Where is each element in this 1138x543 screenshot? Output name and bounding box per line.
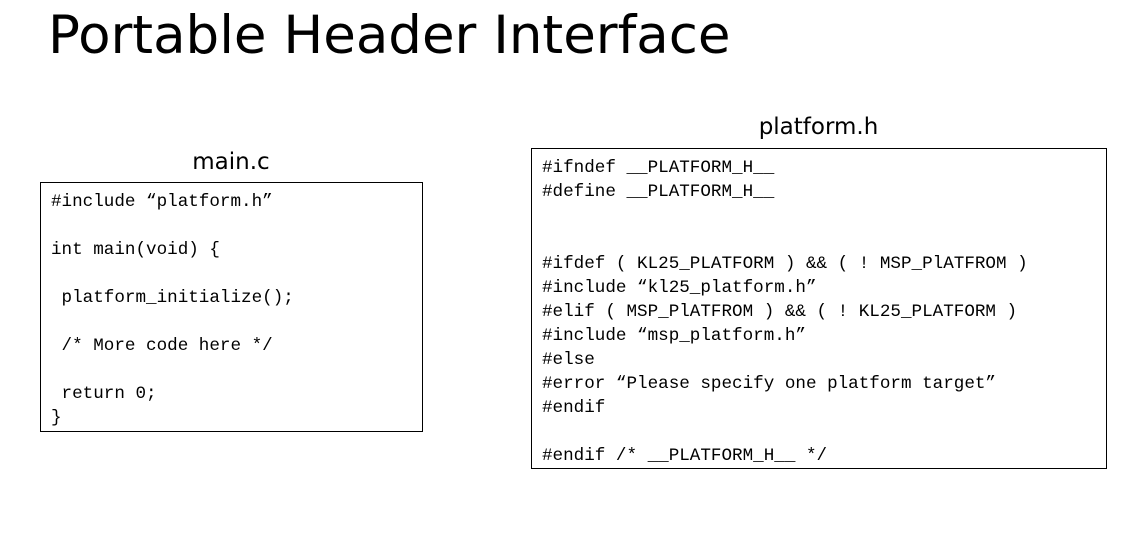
code-line: #endif	[542, 398, 606, 418]
code-line: return 0;	[51, 384, 157, 404]
main-c-code-box: #include “platform.h” int main(void) { p…	[40, 182, 423, 432]
code-line: int main(void) {	[51, 240, 220, 260]
code-line: #define __PLATFORM_H__	[542, 182, 775, 202]
code-line: #include “kl25_platform.h”	[542, 278, 817, 298]
code-line: #ifdef ( KL25_PLATFORM ) && ( ! MSP_PlAT…	[542, 254, 1028, 274]
code-line: platform_initialize();	[51, 288, 294, 308]
code-line: #include “platform.h”	[51, 192, 273, 212]
code-line: #error “Please specify one platform targ…	[542, 374, 996, 394]
code-line: #ifndef __PLATFORM_H__	[542, 158, 775, 178]
slide-title: Portable Header Interface	[48, 5, 731, 66]
platform-h-filename-label: platform.h	[758, 114, 879, 140]
code-line: #include “msp_platform.h”	[542, 326, 806, 346]
code-line: #elif ( MSP_PlATFROM ) && ( ! KL25_PLATF…	[542, 302, 1018, 322]
code-line: /* More code here */	[51, 336, 273, 356]
platform-h-code-box: #ifndef __PLATFORM_H__ #define __PLATFOR…	[531, 148, 1107, 469]
code-line: #endif /* __PLATFORM_H__ */	[542, 446, 828, 466]
code-line: }	[51, 408, 62, 428]
main-c-filename-label: main.c	[192, 149, 270, 175]
code-line: #else	[542, 350, 595, 370]
